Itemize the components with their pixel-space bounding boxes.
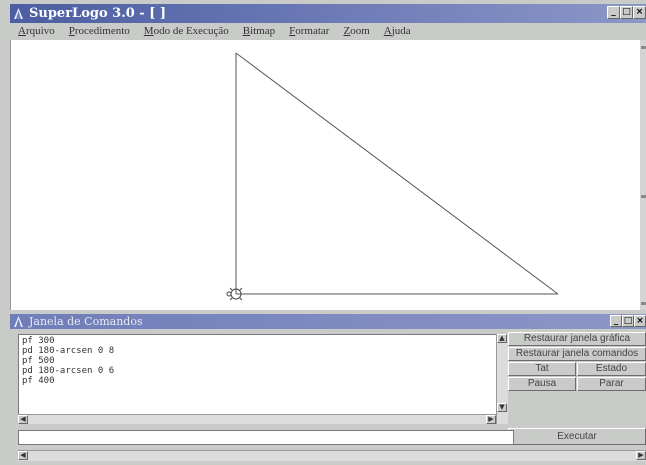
restore-graphic-window-button[interactable]: Restaurar janela gráfica <box>508 332 646 346</box>
menu-ajuda[interactable]: Ajuda <box>376 23 417 40</box>
superlogo-app-icon <box>14 8 23 19</box>
graphics-canvas[interactable] <box>10 40 640 310</box>
history-line: pd 180-arcsen 0 8 <box>22 346 115 356</box>
restore-command-window-button[interactable]: Restaurar janela comandos <box>508 347 646 361</box>
command-window-title-bar[interactable]: Janela de Comandos _ □ × <box>10 314 646 329</box>
tat-button[interactable]: Tat <box>508 362 576 376</box>
executar-button[interactable]: Executar <box>508 428 646 445</box>
history-line: pf 300 <box>22 336 55 346</box>
menu-bar: Arquivo Procedimento Modo de Execução Bi… <box>10 23 646 40</box>
canvas-vertical-scrollbar[interactable] <box>640 40 646 310</box>
bottom-horizontal-scrollbar[interactable]: ◀ ▶ <box>18 450 646 461</box>
window-controls: _ □ × <box>607 6 646 21</box>
command-history[interactable]: pf 300 pd 180-arcsen 0 8 pf 500 pd 180-a… <box>18 334 508 424</box>
command-window-title: Janela de Comandos <box>29 315 143 328</box>
close-button[interactable]: × <box>633 6 646 19</box>
scroll-right-arrow-icon[interactable]: ▶ <box>636 451 646 460</box>
menu-formatar[interactable]: Formatar <box>281 23 335 40</box>
menu-bitmap[interactable]: Bitmap <box>235 23 281 40</box>
scroll-left-arrow-icon[interactable]: ◀ <box>18 415 28 424</box>
scroll-up-arrow-icon[interactable]: ▲ <box>497 334 507 343</box>
history-line: pf 400 <box>22 376 55 386</box>
drawn-segment-diagonal <box>235 52 559 295</box>
menu-arquivo[interactable]: Arquivo <box>10 23 61 40</box>
scroll-left-arrow-icon[interactable]: ◀ <box>18 451 28 460</box>
scroll-right-arrow-icon[interactable]: ▶ <box>486 415 496 424</box>
command-window-controls: _ □ × <box>610 315 646 328</box>
maximize-button[interactable]: □ <box>620 6 633 19</box>
history-line: pf 500 <box>22 356 55 366</box>
command-window-icon <box>14 316 23 327</box>
command-close-button[interactable]: × <box>634 315 646 327</box>
history-horizontal-scrollbar[interactable]: ◀ ▶ <box>18 414 496 424</box>
parar-button[interactable]: Parar <box>577 377 646 391</box>
command-minimize-button[interactable]: _ <box>610 315 622 327</box>
command-maximize-button[interactable]: □ <box>622 315 634 327</box>
pausa-button[interactable]: Pausa <box>508 377 576 391</box>
main-title-bar[interactable]: SuperLogo 3.0 - [ ] _ □ × <box>10 4 646 23</box>
scroll-down-arrow-icon[interactable]: ▼ <box>497 403 507 412</box>
command-input[interactable] <box>18 430 514 445</box>
estado-button[interactable]: Estado <box>577 362 646 376</box>
command-panel: pf 300 pd 180-arcsen 0 8 pf 500 pd 180-a… <box>10 329 646 465</box>
menu-zoom[interactable]: Zoom <box>335 23 375 40</box>
menu-procedimento[interactable]: Procedimento <box>61 23 136 40</box>
history-vertical-scrollbar[interactable]: ▲ ▼ <box>496 334 508 424</box>
window-title: SuperLogo 3.0 - [ ] <box>29 6 167 21</box>
minimize-button[interactable]: _ <box>607 6 620 19</box>
menu-modo-de-execucao[interactable]: Modo de Execução <box>136 23 235 40</box>
history-line: pd 180-arcsen 0 6 <box>22 366 115 376</box>
turtle-drawing <box>226 52 559 301</box>
